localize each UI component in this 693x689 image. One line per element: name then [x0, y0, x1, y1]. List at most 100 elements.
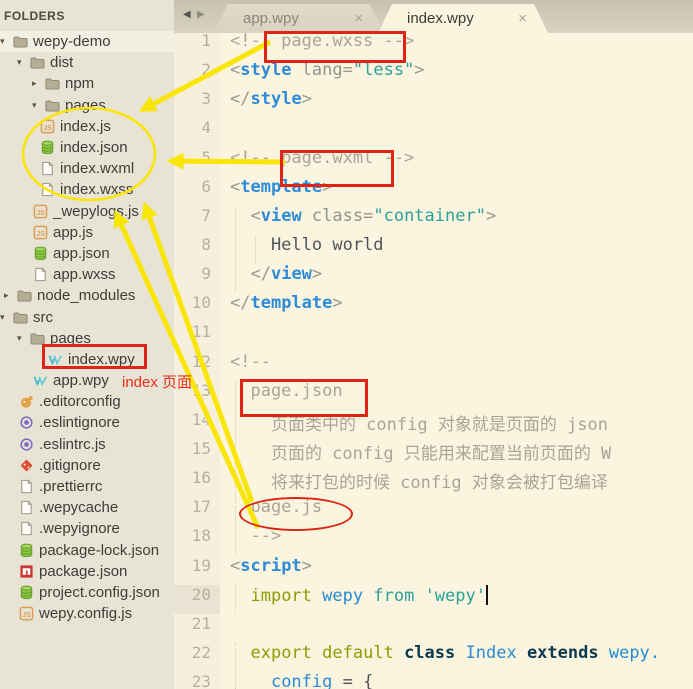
tree-item-label: pages: [65, 97, 106, 114]
tree-item-app.js[interactable]: JSapp.js: [0, 222, 174, 243]
file-icon: [40, 161, 55, 176]
tree-item-index.wxml[interactable]: index.wxml: [0, 158, 174, 179]
tree-item-app.json[interactable]: app.json: [0, 243, 174, 264]
tree-item-.prettierrc[interactable]: .prettierrc: [0, 476, 174, 497]
tree-item-label: _wepylogs.js: [53, 203, 139, 220]
tree-item-label: node_modules: [37, 287, 135, 304]
tab-app-wpy[interactable]: app.wpy×: [214, 4, 384, 33]
tree-item-label: wepy-demo: [33, 33, 111, 50]
code-line[interactable]: <script>: [230, 556, 693, 585]
file-icon: [19, 479, 34, 494]
tree-item-pages[interactable]: ▾ pages: [0, 95, 174, 116]
tree-item-index.json[interactable]: index.json: [0, 137, 174, 158]
line-number: 17: [174, 497, 220, 526]
code-line[interactable]: <style lang="less">: [230, 60, 693, 89]
tree-item-.editorconfig[interactable]: .editorconfig: [0, 391, 174, 412]
tree-item-label: src: [33, 309, 53, 326]
tree-item-label: npm: [65, 75, 94, 92]
code-line[interactable]: </style>: [230, 89, 693, 118]
tree-item-index.wxss[interactable]: index.wxss: [0, 179, 174, 200]
json-icon: [33, 246, 48, 261]
folder-icon: [45, 98, 60, 113]
chevron-down-icon[interactable]: ▾: [0, 312, 13, 323]
close-icon[interactable]: ×: [354, 4, 363, 33]
json-icon: [19, 543, 34, 558]
code-line[interactable]: Hello world: [230, 235, 693, 264]
tree-item-label: pages: [50, 330, 91, 347]
tree-item-.wepycache[interactable]: .wepycache: [0, 497, 174, 518]
tree-item-index.wpy[interactable]: index.wpy: [0, 349, 174, 370]
code-line[interactable]: -->: [230, 526, 693, 555]
code-line[interactable]: [230, 614, 693, 643]
tree-item-app.wpy[interactable]: app.wpy: [0, 370, 174, 391]
chevron-right-icon[interactable]: ▸: [4, 290, 17, 301]
chevron-down-icon[interactable]: ▾: [17, 57, 30, 68]
tree-item-.gitignore[interactable]: .gitignore: [0, 455, 174, 476]
eslint-icon: [19, 415, 34, 430]
tree-item-index.js[interactable]: JSindex.js: [0, 116, 174, 137]
code-line[interactable]: export default class Index extends wepy.: [230, 643, 693, 672]
code-line[interactable]: <!--: [230, 352, 693, 381]
folder-icon: [17, 288, 32, 303]
code-line[interactable]: <!-- page.wxml -->: [230, 148, 693, 177]
tree-item-wepy-demo[interactable]: ▾ wepy-demo: [0, 31, 174, 52]
code-line[interactable]: </view>: [230, 264, 693, 293]
file-icon: [33, 267, 48, 282]
nav-back-icon[interactable]: ◀: [183, 9, 191, 20]
tree-item-label: app.wxss: [53, 266, 116, 283]
code-line[interactable]: page.js: [230, 497, 693, 526]
line-number: 5: [174, 148, 220, 177]
tree-item-label: app.wpy: [53, 372, 109, 389]
tree-item-wepy.config.js[interactable]: JSwepy.config.js: [0, 603, 174, 624]
tab-index-wpy[interactable]: index.wpy×: [378, 4, 548, 33]
js-icon: JS: [40, 119, 55, 134]
tree-item-app.wxss[interactable]: app.wxss: [0, 264, 174, 285]
json-icon: [40, 140, 55, 155]
close-icon[interactable]: ×: [518, 4, 527, 33]
code-line[interactable]: config = {: [230, 672, 693, 689]
line-number: 9: [174, 264, 220, 293]
tree-item-project.config.json[interactable]: project.config.json: [0, 582, 174, 603]
code-line[interactable]: 页面类中的 config 对象就是页面的 json: [230, 410, 693, 439]
code-line[interactable]: [230, 322, 693, 351]
line-number: 6: [174, 177, 220, 206]
indent-guide: [235, 381, 236, 556]
chevron-right-icon[interactable]: ▸: [32, 78, 45, 89]
tree-item-.eslintignore[interactable]: .eslintignore: [0, 412, 174, 433]
chevron-down-icon[interactable]: ▾: [17, 333, 30, 344]
tree-item-npm[interactable]: ▸ npm: [0, 73, 174, 94]
code-line[interactable]: [230, 118, 693, 147]
code-line[interactable]: import wepy from 'wepy': [230, 585, 693, 614]
code-editor[interactable]: 1234567891011121314151617181920212223 <!…: [174, 33, 693, 689]
tree-item-label: app.json: [53, 245, 110, 262]
js-icon: JS: [33, 204, 48, 219]
tree-item-label: package-lock.json: [39, 542, 159, 559]
tree-item-node_modules[interactable]: ▸ node_modules: [0, 285, 174, 306]
tree-item-src[interactable]: ▾ src: [0, 306, 174, 327]
code-line[interactable]: 页面的 config 只能用来配置当前页面的 W: [230, 439, 693, 468]
chevron-down-icon[interactable]: ▾: [0, 36, 13, 47]
code-line[interactable]: <!-- page.wxss -->: [230, 31, 693, 60]
code-line[interactable]: 将来打包的时候 config 对象会被打包编译: [230, 468, 693, 497]
npm-icon: [19, 564, 34, 579]
tree-item-.wepyignore[interactable]: .wepyignore: [0, 518, 174, 539]
file-icon: [19, 500, 34, 515]
code-line[interactable]: page.json: [230, 381, 693, 410]
tree-item-package-lock.json[interactable]: package-lock.json: [0, 540, 174, 561]
tree-item-package.json[interactable]: package.json: [0, 561, 174, 582]
line-number: 14: [174, 410, 220, 439]
line-number: 19: [174, 556, 220, 585]
chevron-down-icon[interactable]: ▾: [32, 100, 45, 111]
tab-bar: ◀ ▶ app.wpy×index.wpy×: [174, 0, 693, 33]
tree-item-.eslintrc.js[interactable]: .eslintrc.js: [0, 434, 174, 455]
code-line[interactable]: <view class="container">: [230, 206, 693, 235]
file-tree: ▾wepy-demo▾dist▸npm▾pagesJSindex.jsindex…: [0, 31, 174, 624]
tree-item-dist[interactable]: ▾dist: [0, 52, 174, 73]
code-line[interactable]: </template>: [230, 293, 693, 322]
line-number: 4: [174, 118, 220, 147]
tree-item-pages[interactable]: ▾ pages: [0, 328, 174, 349]
code-line[interactable]: <template>: [230, 177, 693, 206]
nav-forward-icon[interactable]: ▶: [197, 9, 205, 20]
line-number: 15: [174, 439, 220, 468]
tree-item-_wepylogs.js[interactable]: JS _wepylogs.js: [0, 201, 174, 222]
